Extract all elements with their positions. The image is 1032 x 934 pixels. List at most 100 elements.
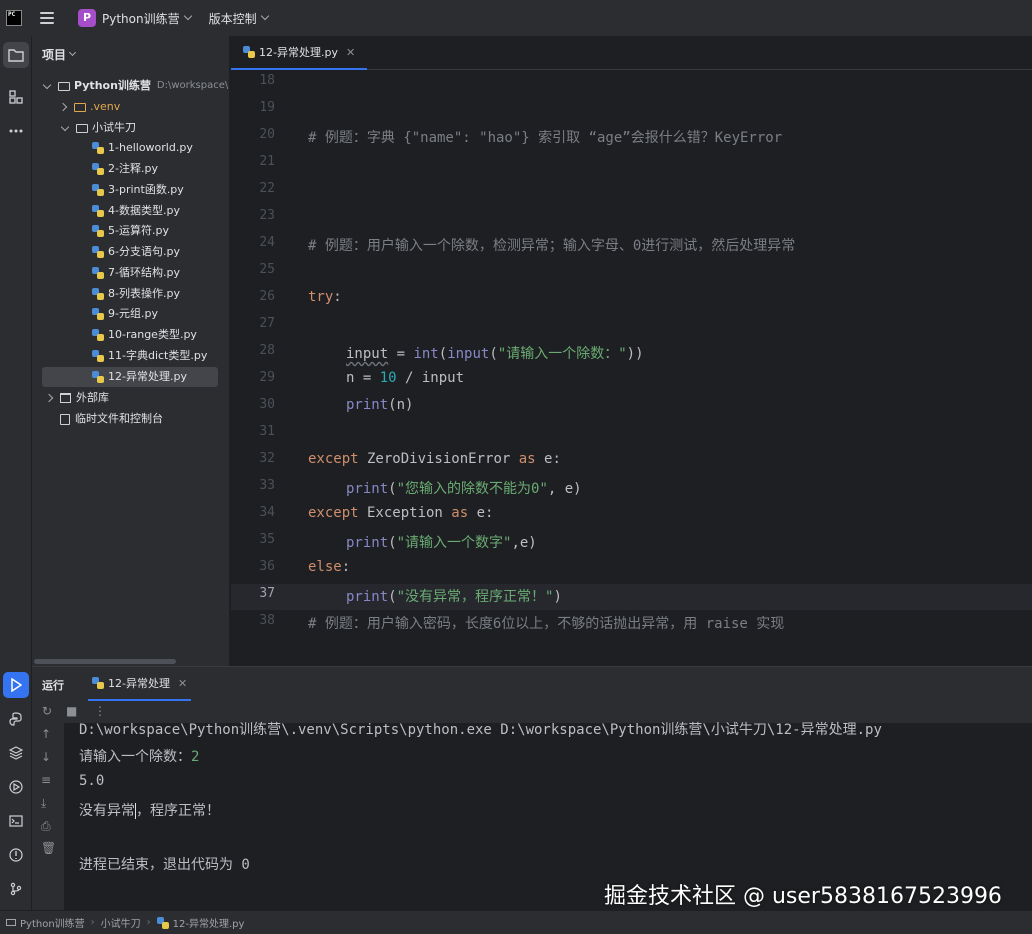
python-console-icon[interactable] [3,706,29,732]
console-line: 进程已结束，退出代码为 0 [79,857,250,873]
expand-arrow-icon[interactable] [42,80,52,89]
tree-file[interactable]: 2-注释.py [92,159,158,179]
tree-folder[interactable]: 小试牛刀 [60,118,136,138]
line-number: 38 [259,613,275,628]
line-number: 28 [259,343,275,358]
title-bar: PC P Python训练营 版本控制 [0,0,1032,36]
up-arrow-icon[interactable]: ↑ [41,727,51,741]
venv-label: .venv [90,100,121,113]
code-line: except ZeroDivisionError as e: [308,451,561,467]
project-panel: 项目 Python训练营 D:\workspace\P .venv 小试牛刀 1… [32,36,230,666]
code-line: n = 10 / input [346,370,465,386]
scratch-icon [60,413,70,425]
tree-file[interactable]: 3-print函数.py [92,180,184,200]
watermark: 掘金技术社区 @ user5838167523996 [604,884,1002,909]
code-line: # 例题：用户输入一个除数，检测异常；输入字母、0进行测试，然后处理异常 [308,238,796,254]
tree-file[interactable]: 7-循环结构.py [92,263,180,283]
folder-icon [74,102,86,112]
expand-arrow-icon[interactable] [60,122,70,131]
file-name: 9-元组.py [108,307,158,320]
chevron-down-icon[interactable] [183,11,192,21]
tree-file[interactable]: 10-range类型.py [92,325,197,345]
project-switcher[interactable]: Python训练营 [102,10,180,27]
structure-icon[interactable] [3,84,29,110]
folder-icon [76,123,88,133]
file-name: 2-注释.py [108,162,158,175]
console-line: 没有异常，程序正常！ [79,803,220,819]
vcs-menu[interactable]: 版本控制 [209,10,257,27]
expand-arrow-icon[interactable] [58,102,68,112]
rerun-icon[interactable]: ↻ [42,704,52,718]
run-icon[interactable] [3,672,29,698]
line-number: 19 [259,100,275,115]
python-file-icon [92,205,104,217]
python-file-icon [92,288,104,300]
close-icon[interactable]: ✕ [346,46,355,59]
code-line: # 例题：字典 {"name": "hao"} 索引取 “age”会报什么错？K… [308,130,783,146]
tree-venv[interactable]: .venv [58,97,121,117]
trash-icon[interactable]: 🗑 [41,841,56,855]
main-menu-icon[interactable] [40,12,54,24]
line-number: 22 [259,181,275,196]
code-line: print("您输入的除数不能为0", e) [346,481,582,497]
down-arrow-icon[interactable]: ↓ [41,750,51,764]
tree-file[interactable]: 9-元组.py [92,304,158,324]
line-number: 20 [259,127,275,142]
file-name: 5-运算符.py [108,224,169,237]
chevron-down-icon[interactable] [68,48,77,57]
breadcrumb-item[interactable]: Python训练营 [20,915,85,930]
root-name: Python训练营 [74,79,151,92]
code-line: print(n) [346,397,414,413]
project-panel-title[interactable]: 项目 [42,46,66,63]
python-file-icon [92,350,104,362]
expand-arrow-icon[interactable] [44,393,54,403]
terminal-icon[interactable] [3,808,29,834]
chevron-down-icon[interactable] [260,11,269,21]
more-vertical-icon[interactable]: ⋮ [94,704,106,718]
tree-file[interactable]: 8-列表操作.py [92,284,180,304]
layers-icon[interactable] [3,740,29,766]
problems-icon[interactable] [3,842,29,868]
tree-scratches[interactable]: 临时文件和控制台 [60,409,163,429]
code-line: print("请输入一个数字",e) [346,535,537,551]
git-icon[interactable] [3,876,29,902]
file-name: 6-分支语句.py [108,245,180,258]
close-icon[interactable]: ✕ [178,677,187,690]
tree-file[interactable]: 6-分支语句.py [92,242,180,262]
tree-file[interactable]: 4-数据类型.py [92,201,180,221]
tree-root[interactable]: Python训练营 D:\workspace\P [42,76,229,96]
stop-icon[interactable]: ■ [66,704,77,718]
tree-file[interactable]: 11-字典dict类型.py [92,346,207,366]
scroll-to-end-icon[interactable]: ⤓ [41,796,46,811]
tree-file[interactable]: 5-运算符.py [92,221,169,241]
tree-external-libs[interactable]: 外部库 [44,388,109,408]
chevron-right-icon: › [90,917,95,928]
services-icon[interactable] [3,774,29,800]
editor-tab-bar: 12-异常处理.py ✕ [231,36,1032,70]
chevron-right-icon: › [146,917,151,928]
breadcrumb-item[interactable]: 小试牛刀 [101,915,141,930]
file-name: 10-range类型.py [108,328,197,341]
python-file-icon [243,46,255,58]
tree-file[interactable]: 1-helloworld.py [92,138,193,158]
breadcrumb-item[interactable]: 12-异常处理.py [173,915,245,930]
status-bar: Python训练营 › 小试牛刀 › 12-异常处理.py [0,910,1032,934]
run-panel-title: 运行 [42,679,64,692]
horizontal-scrollbar[interactable] [34,659,176,664]
left-tool-strip [0,36,32,670]
project-badge[interactable]: P [78,9,96,27]
code-line: try: [308,289,342,305]
line-number: 34 [259,505,275,520]
python-file-icon [156,916,169,929]
more-icon[interactable] [3,118,29,144]
line-number: 25 [259,262,275,277]
code-line: else: [308,559,351,575]
soft-wrap-icon[interactable]: ≡ [41,773,51,787]
file-name: 7-循环结构.py [108,266,180,279]
tree-file-selected[interactable]: 12-异常处理.py [42,367,218,387]
print-icon[interactable]: ⎙ [41,819,51,834]
run-tab[interactable]: 12-异常处理 ✕ [88,667,192,701]
editor-tab[interactable]: 12-异常处理.py ✕ [231,36,368,70]
project-folder-icon[interactable] [3,42,29,68]
python-file-icon [92,677,104,689]
